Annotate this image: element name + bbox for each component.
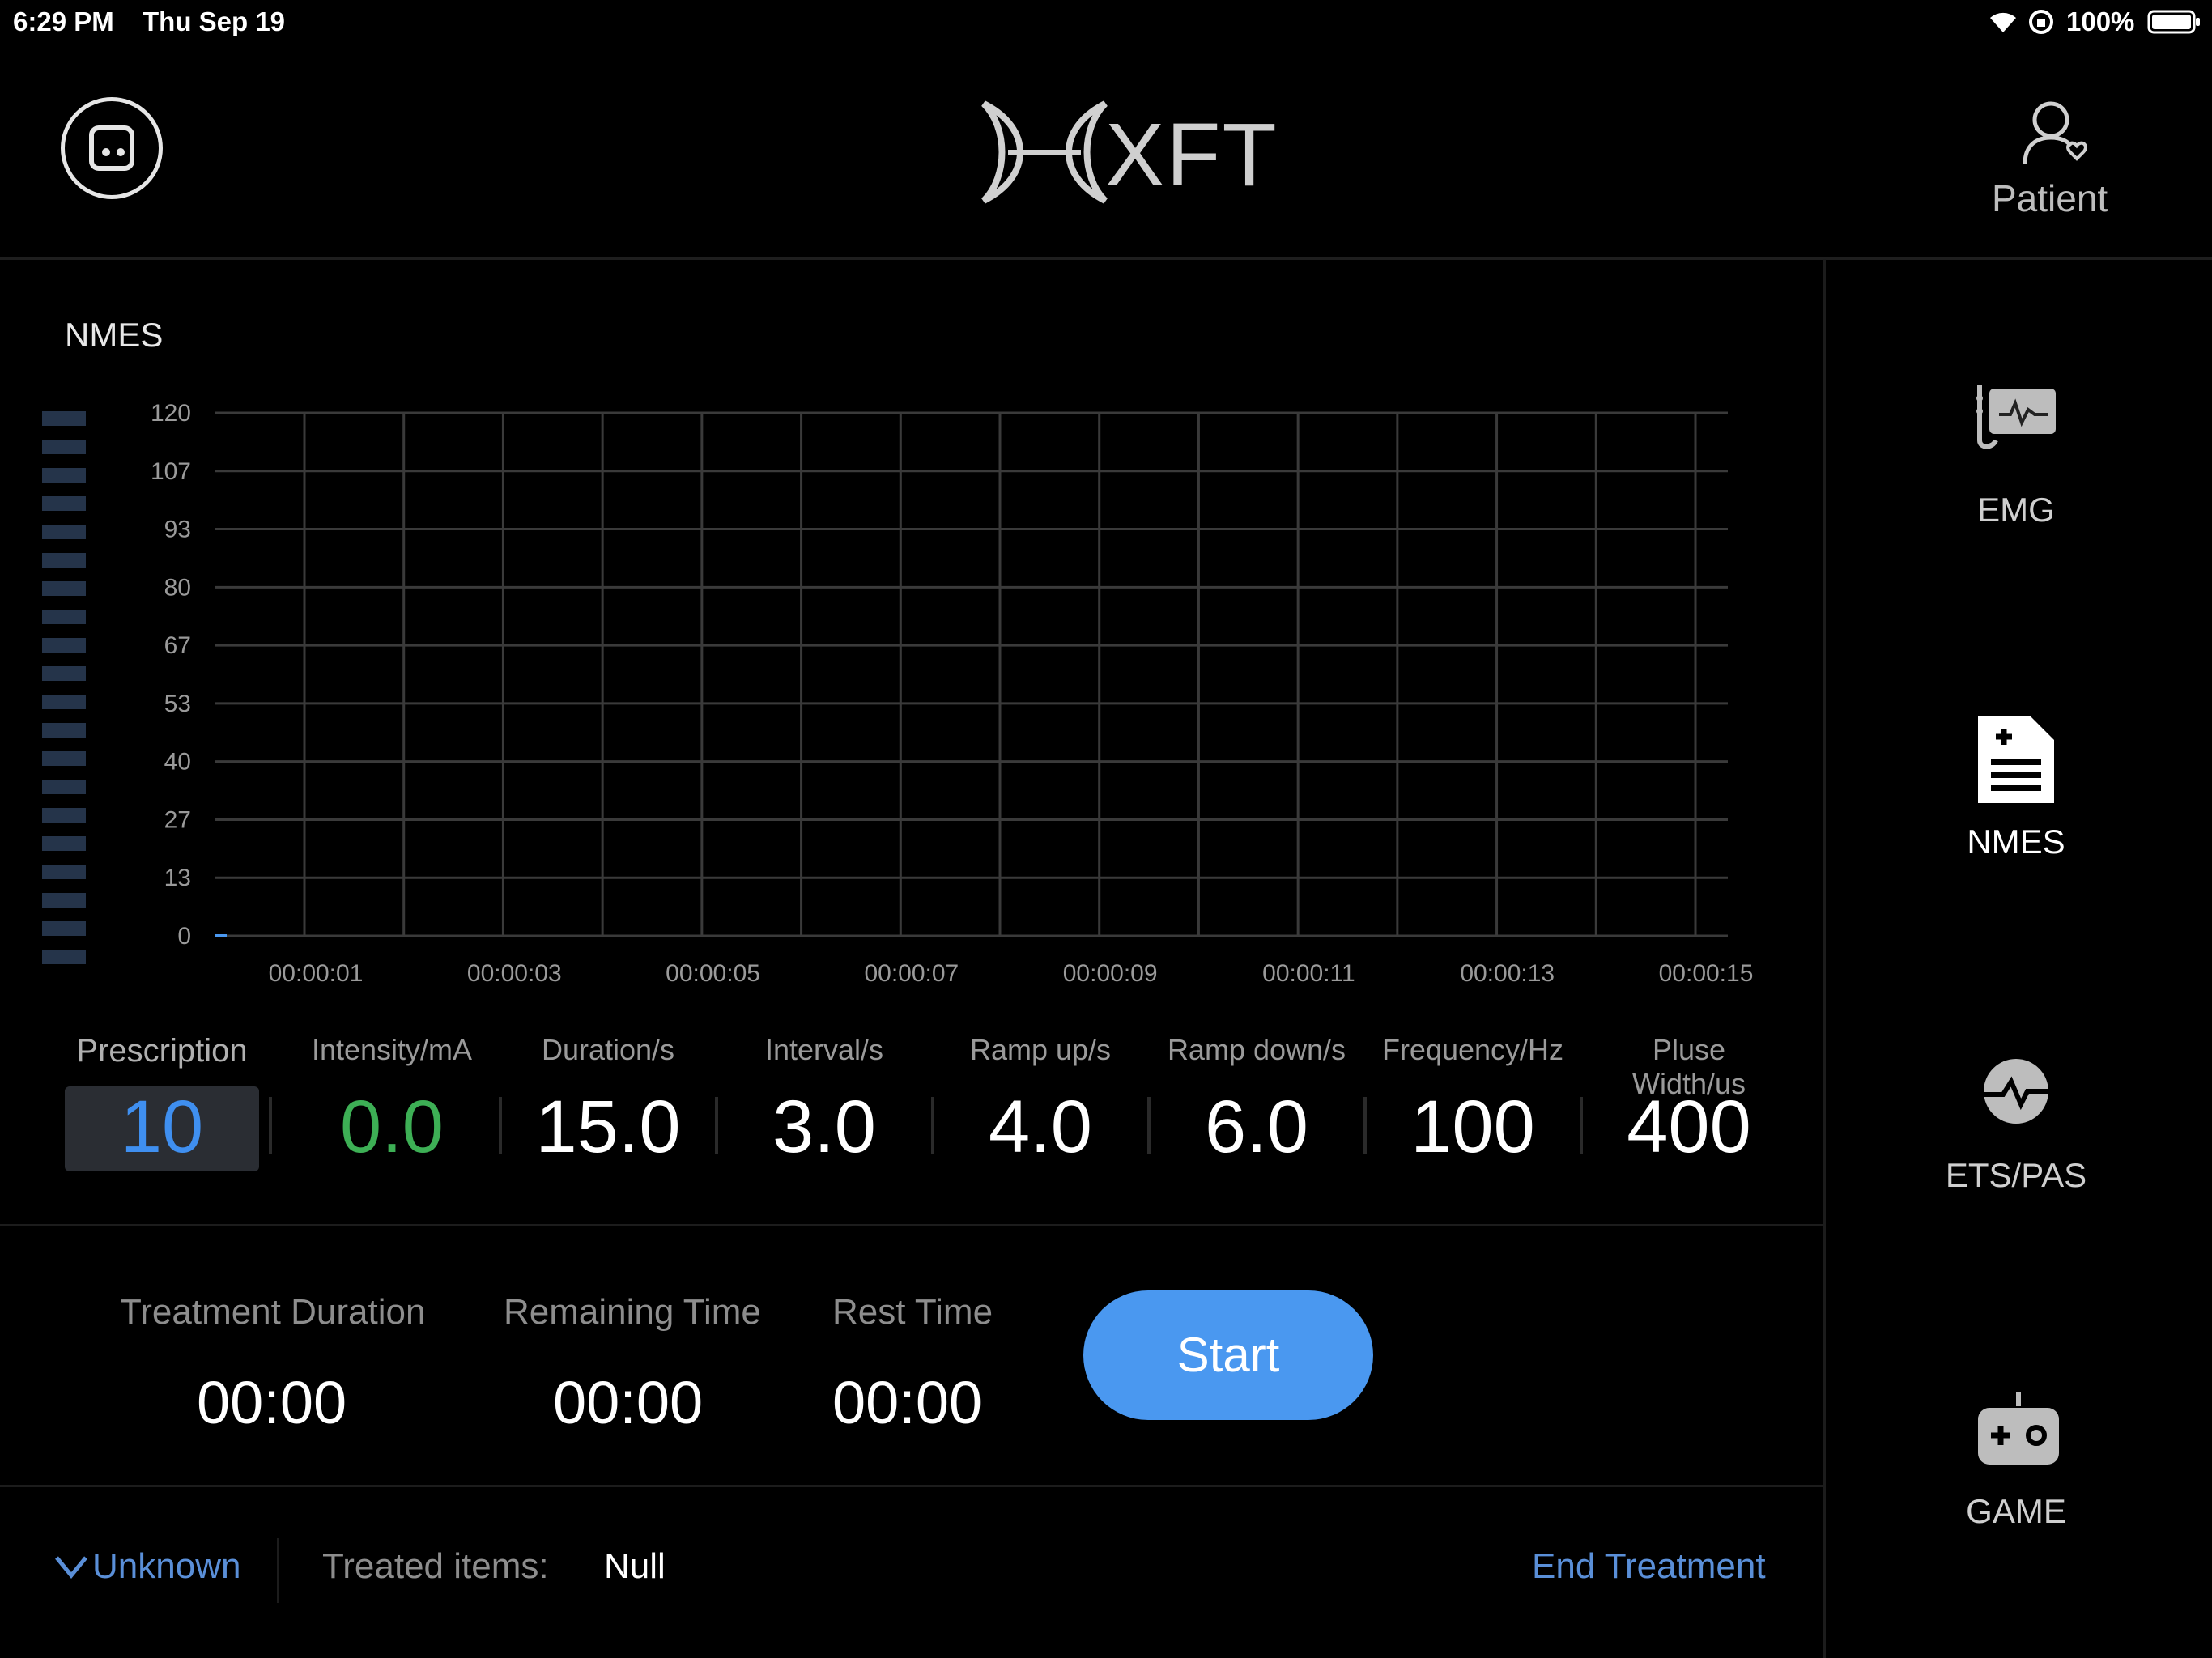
chart-x-tick-label: 00:00:03 (467, 960, 562, 987)
param-value: 100 (1410, 1086, 1535, 1168)
start-button[interactable]: Start (1083, 1290, 1373, 1420)
footer-divider (277, 1538, 279, 1603)
param-label: Interval/s (764, 1033, 884, 1066)
chart-y-tick-label: 53 (164, 691, 191, 717)
param-value: 3.0 (772, 1086, 876, 1168)
param-label: Prescription (76, 1033, 248, 1069)
rest-time-label: Rest Time (832, 1292, 993, 1332)
chart-x-tick-label: 00:00:15 (1659, 960, 1754, 987)
sidebar-item-emg-label: EMG (1977, 491, 2055, 529)
chart-x-tick-label: 00:00:11 (1262, 960, 1355, 987)
param-separator (1146, 1097, 1151, 1154)
treatment-duration-value: 00:00 (197, 1369, 347, 1436)
chart-x-tick-label: 00:00:13 (1460, 960, 1555, 987)
gamepad-icon (1972, 1388, 2061, 1473)
param-label: Frequency/Hz (1381, 1033, 1564, 1066)
patient-icon (2020, 97, 2093, 174)
chart-x-tick-label: 00:00:05 (666, 960, 760, 987)
sidebar-item-game-label: GAME (1966, 1492, 2066, 1530)
param-value: 4.0 (989, 1086, 1092, 1168)
param-separator (930, 1097, 934, 1154)
param-value: 15.0 (535, 1086, 681, 1168)
param-value: 6.0 (1205, 1086, 1308, 1168)
rest-time-value: 00:00 (832, 1369, 983, 1436)
param-value: 400 (1627, 1086, 1751, 1168)
sidebar-item-nmes-label: NMES (1967, 823, 2065, 861)
wifi-icon (1987, 8, 2019, 40)
param-separator (714, 1097, 718, 1154)
timers-divider (0, 1485, 1823, 1487)
battery-icon (2147, 10, 2201, 38)
param-separator (1363, 1097, 1367, 1154)
pulse-circle-icon (1976, 1052, 2057, 1134)
sidebar-item-ets-pas[interactable]: ETS/PAS (1895, 1052, 2138, 1214)
document-plus-icon (1972, 712, 2061, 810)
sidebar-item-nmes[interactable]: NMES (1895, 712, 2138, 874)
param-value: 0.0 (340, 1086, 444, 1168)
chart-y-tick-label: 0 (177, 923, 191, 950)
patient-label: Patient (1992, 177, 2108, 219)
panel-divider (1823, 259, 1826, 1658)
remaining-time-value: 00:00 (553, 1369, 704, 1436)
params-divider (0, 1224, 1823, 1226)
chart-y-tick-label: 120 (151, 400, 191, 427)
sidebar-item-game[interactable]: GAME (1895, 1388, 2138, 1550)
chevron-down-icon (53, 1553, 89, 1584)
emg-icon (1972, 380, 2061, 457)
remaining-time-label: Remaining Time (504, 1292, 761, 1332)
param-value: 10 (120, 1086, 204, 1168)
param-label: Ramp down/s (1167, 1033, 1346, 1066)
treated-items-label: Treated items: (322, 1546, 549, 1586)
param-separator (269, 1097, 272, 1154)
chart-y-tick-label: 27 (164, 806, 191, 833)
chart-y-tick-label: 40 (164, 749, 191, 776)
unknown-dropdown[interactable]: Unknown (53, 1546, 256, 1595)
end-treatment-link[interactable]: End Treatment (1532, 1546, 1766, 1587)
battery-percent: 100% (2066, 6, 2135, 36)
chart-x-tick-label: 00:00:07 (864, 960, 959, 987)
param-label: Duration/s (541, 1033, 675, 1066)
chart-y-tick-label: 107 (151, 458, 191, 485)
lock-rotation-icon (2027, 8, 2055, 40)
param-separator (1579, 1097, 1583, 1154)
nmes-chart: 120 107 93 80 67 53 40 27 13 0 00:00:01 00:00:03 00:… (151, 400, 1754, 987)
chart-x-tick-label: 00:00:01 (269, 960, 364, 987)
param-label: Ramp up/s (969, 1033, 1112, 1066)
chart-y-tick-label: 80 (164, 574, 191, 601)
treatment-duration-label: Treatment Duration (120, 1292, 426, 1332)
treated-items-value: Null (604, 1546, 666, 1586)
sidebar-item-emg[interactable]: EMG (1895, 380, 2138, 542)
unknown-label: Unknown (92, 1546, 241, 1586)
sidebar-item-ets-pas-label: ETS/PAS (1945, 1156, 2087, 1194)
chart-y-tick-label: 93 (164, 517, 191, 543)
chart-x-tick-label: 00:00:09 (1063, 960, 1158, 987)
chart-y-tick-label: 13 (164, 865, 191, 891)
param-label: Intensity/mA (311, 1033, 473, 1066)
param-separator (498, 1097, 502, 1154)
chart-y-tick-label: 67 (164, 632, 191, 659)
